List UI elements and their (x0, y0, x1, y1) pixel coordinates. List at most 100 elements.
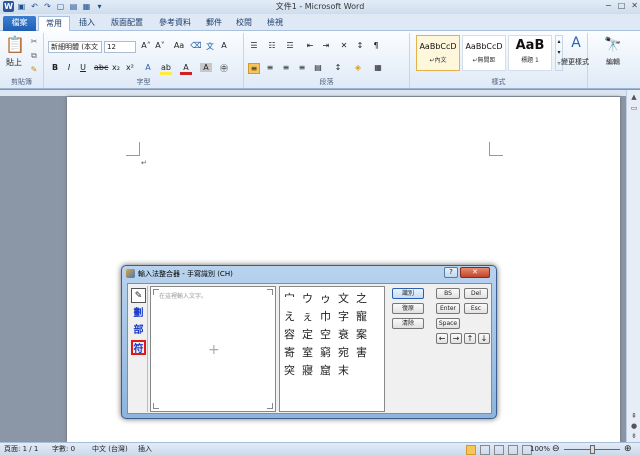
full-screen-view-icon[interactable] (480, 445, 490, 455)
paste-label[interactable]: 貼上 (3, 57, 25, 68)
clear-format-icon[interactable]: ⌫ (190, 41, 202, 50)
outline-view-icon[interactable] (508, 445, 518, 455)
tab-references[interactable]: 參考資料 (152, 16, 198, 31)
bold-button[interactable]: B (50, 63, 60, 72)
candidate[interactable]: 定 (299, 326, 316, 344)
tab-mailings[interactable]: 郵件 (200, 16, 228, 31)
cut-icon[interactable]: ✂ (28, 37, 40, 46)
increase-indent-icon[interactable]: ⇥ (320, 41, 332, 50)
scroll-up-icon[interactable]: ▲ (629, 93, 639, 103)
print-layout-view-icon[interactable] (466, 445, 476, 455)
justify-icon[interactable]: ≡ (296, 63, 308, 72)
browse-object-icon[interactable]: ● (629, 422, 639, 432)
decrease-indent-icon[interactable]: ⇤ (304, 41, 316, 50)
candidate[interactable]: 宀 (281, 290, 298, 308)
highlight-icon[interactable]: ab (160, 63, 172, 75)
word-count[interactable]: 字數: 0 (52, 443, 75, 456)
left-arrow-button[interactable]: ← (436, 333, 448, 344)
pen-icon[interactable]: ✎ (131, 288, 146, 303)
insert-mode[interactable]: 插入 (138, 443, 152, 456)
subscript-icon[interactable]: x₂ (110, 63, 122, 72)
candidate[interactable]: 害 (353, 344, 370, 362)
distributed-icon[interactable]: ▤ (312, 63, 324, 72)
tab-review[interactable]: 校閱 (230, 16, 258, 31)
char-shading-icon[interactable]: A (200, 63, 212, 72)
zoom-in-icon[interactable]: ⊕ (624, 443, 632, 456)
align-right-icon[interactable]: ≡ (280, 63, 292, 72)
line-spacing-icon[interactable]: ↕ (332, 63, 344, 72)
candidate[interactable]: 文 (335, 290, 352, 308)
copy-icon[interactable]: ⧉ (28, 51, 40, 61)
ime-side-stroke[interactable]: 劃 (131, 306, 146, 321)
candidate[interactable]: 之 (353, 290, 370, 308)
space-button[interactable]: Space (436, 318, 460, 329)
sort-icon[interactable]: ↕ (354, 41, 366, 50)
font-color-icon[interactable]: A (180, 63, 192, 75)
candidate[interactable]: 衰 (335, 326, 352, 344)
enter-button[interactable]: Enter (436, 303, 460, 314)
numbering-icon[interactable]: ☷ (266, 41, 278, 50)
style-normal[interactable]: AaBbCcD ↵內文 (416, 35, 460, 71)
page-count[interactable]: 頁面: 1 / 1 (4, 443, 38, 456)
ime-handwriting-window[interactable]: 輸入法整合器 - 手寫識別 (CH) ? ✕ ✎ 劃 部 符 在這裡輸入文字。 … (121, 265, 497, 419)
minimize-button[interactable]: − (605, 1, 612, 10)
candidate[interactable]: え (281, 308, 298, 326)
right-arrow-button[interactable]: → (450, 333, 462, 344)
change-styles-label[interactable]: 變更樣式 (560, 57, 590, 67)
web-layout-view-icon[interactable] (494, 445, 504, 455)
close-button[interactable]: ✕ (631, 1, 638, 10)
tab-layout[interactable]: 版面配置 (104, 16, 150, 31)
del-button[interactable]: Del (464, 288, 488, 299)
up-arrow-button[interactable]: ↑ (464, 333, 476, 344)
ime-side-symbol[interactable]: 符 (131, 340, 146, 355)
zoom-slider-thumb[interactable] (590, 445, 595, 454)
shrink-font-icon[interactable]: A˅ (154, 41, 166, 50)
candidate[interactable]: 寄 (281, 344, 298, 362)
next-page-icon[interactable]: ⇟ (629, 432, 639, 442)
grow-font-icon[interactable]: A˄ (140, 41, 152, 50)
candidate[interactable]: 容 (281, 326, 298, 344)
candidate[interactable]: 巾 (317, 308, 334, 326)
font-size-box[interactable]: 12 (104, 41, 136, 53)
candidate[interactable]: 突 (281, 362, 298, 380)
style-no-spacing[interactable]: AaBbCcD ↵無間距 (462, 35, 506, 71)
ime-help-button[interactable]: ? (444, 267, 458, 278)
ruler-toggle-icon[interactable]: ▭ (629, 104, 639, 114)
change-case-icon[interactable]: Aa (172, 41, 186, 50)
multilevel-list-icon[interactable]: ☲ (284, 41, 296, 50)
tab-home[interactable]: 常用 (38, 16, 70, 31)
candidate[interactable]: 宛 (335, 344, 352, 362)
align-left-icon[interactable]: ≡ (248, 63, 260, 74)
candidate[interactable]: 窮 (317, 344, 334, 362)
handwriting-canvas[interactable]: 在這裡輸入文字。 + (150, 286, 276, 412)
edit-label[interactable]: 編輯 (598, 57, 628, 67)
clear-button[interactable]: 清除 (392, 318, 424, 329)
zoom-level[interactable]: 100% (530, 443, 550, 456)
tab-view[interactable]: 檢視 (260, 16, 290, 31)
language[interactable]: 中文 (台灣) (92, 443, 128, 456)
zoom-out-icon[interactable]: ⊖ (552, 443, 560, 456)
prev-page-icon[interactable]: ⇞ (629, 412, 639, 422)
font-name-box[interactable]: 新細明體 (本文 (48, 41, 102, 53)
candidate[interactable]: 字 (335, 308, 352, 326)
text-effects-icon[interactable]: A (142, 63, 154, 72)
recognize-button[interactable]: 識別 (392, 288, 424, 299)
bs-button[interactable]: BS (436, 288, 460, 299)
strikethrough-icon[interactable]: abc (94, 63, 108, 72)
candidate[interactable]: 空 (317, 326, 334, 344)
enclose-char-icon[interactable]: ㊥ (218, 63, 230, 74)
shading-icon[interactable]: ◈ (352, 63, 364, 72)
candidate[interactable]: 寵 (353, 308, 370, 326)
show-marks-icon[interactable]: ¶ (370, 41, 382, 50)
change-styles-icon[interactable]: A (566, 35, 586, 51)
candidate[interactable]: ぇ (299, 308, 316, 326)
underline-button[interactable]: U (78, 63, 88, 72)
candidate[interactable]: ウ (299, 290, 316, 308)
down-arrow-button[interactable]: ↓ (478, 333, 490, 344)
borders-icon[interactable]: ▦ (372, 63, 384, 72)
candidate[interactable]: 末 (335, 362, 352, 380)
tab-insert[interactable]: 插入 (72, 16, 102, 31)
candidate[interactable]: 室 (299, 344, 316, 362)
vertical-scrollbar[interactable]: ▲ ▭ ⇞ ● ⇟ (626, 90, 640, 442)
style-heading-1[interactable]: AaB 標題 1 (508, 35, 552, 71)
